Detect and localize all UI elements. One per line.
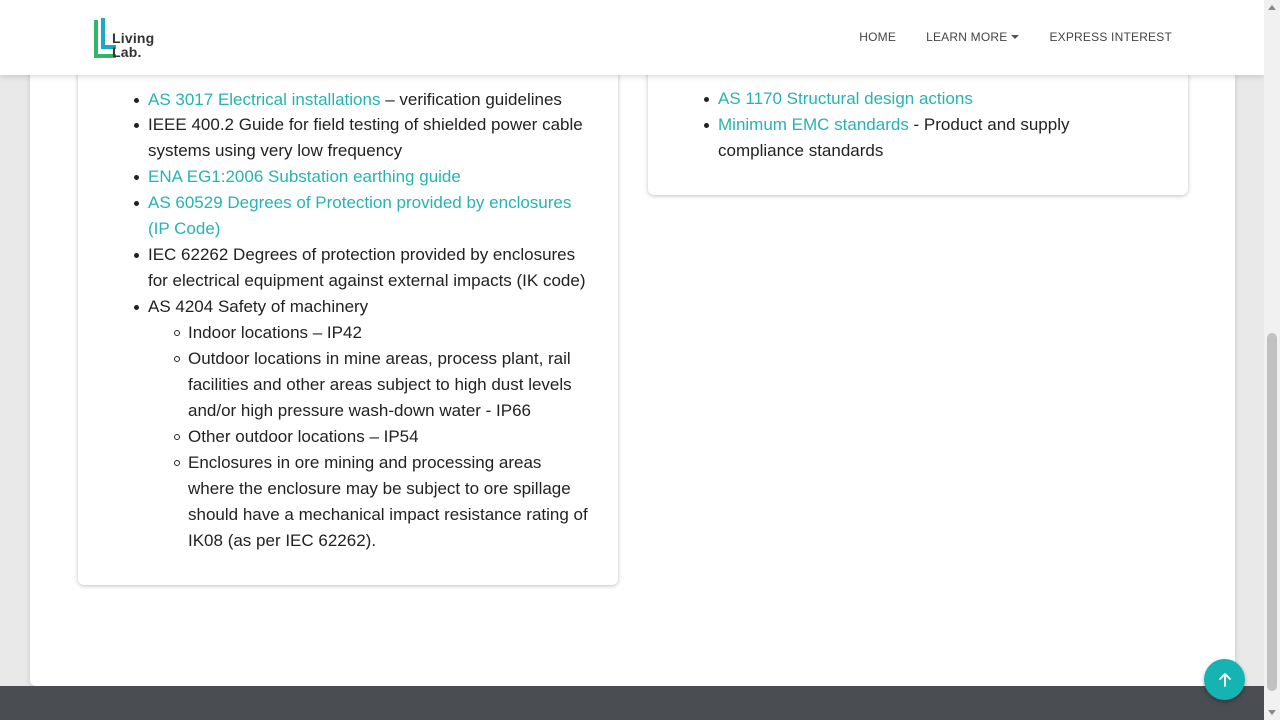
sub-list-item: Indoor locations – IP42 xyxy=(174,320,588,346)
list-item: ENA EG1:2006 Substation earthing guide xyxy=(134,164,588,190)
arrow-up-icon xyxy=(1218,672,1231,687)
nav-links: HOME LEARN MORE EXPRESS INTEREST xyxy=(859,30,1172,44)
standards-list-left: AS 3017 Electrical installations – verif… xyxy=(134,86,588,554)
living-lab-logo[interactable]: Living Lab. xyxy=(94,18,164,60)
as3017-link[interactable]: AS 3017 Electrical installations xyxy=(148,90,380,109)
page-scrollbar[interactable] xyxy=(1264,0,1280,720)
as60529-link[interactable]: AS 60529 Degrees of Protection provided … xyxy=(148,193,571,238)
as1170-link[interactable]: AS 1170 Structural design actions xyxy=(718,89,973,108)
list-item-text: IEEE 400.2 Guide for field testing of sh… xyxy=(148,115,583,160)
list-item-text: AS 4204 Safety of machinery xyxy=(148,297,369,316)
nav-learn-more-label: LEARN MORE xyxy=(926,30,1008,44)
scroll-up-icon[interactable] xyxy=(1268,5,1276,10)
list-item: Minimum EMC standards - Product and supp… xyxy=(704,112,1098,164)
nav-home-label: HOME xyxy=(859,30,897,44)
standards-card-right: AS 1170 Structural design actions Minimu… xyxy=(648,60,1188,195)
list-item: IEEE 400.2 Guide for field testing of sh… xyxy=(134,112,588,164)
footer-strip xyxy=(0,686,1264,720)
standards-card-left: AS 3017 Electrical installations – verif… xyxy=(78,60,618,585)
emc-standards-link[interactable]: Minimum EMC standards xyxy=(718,115,909,134)
list-item: AS 4204 Safety of machinery Indoor locat… xyxy=(134,294,588,554)
caret-down-icon xyxy=(1011,35,1020,39)
back-to-top-button[interactable] xyxy=(1204,659,1245,700)
logo-text-line1: Living xyxy=(112,30,155,46)
list-item: AS 60529 Degrees of Protection provided … xyxy=(134,190,588,242)
nav-learn-more[interactable]: LEARN MORE xyxy=(926,30,1020,44)
scroll-down-icon[interactable] xyxy=(1268,710,1276,715)
sub-list-item: Other outdoor locations – IP54 xyxy=(174,424,588,450)
list-item: IEC 62262 Degrees of protection provided… xyxy=(134,242,588,294)
as4204-sub-list: Indoor locations – IP42 Outdoor location… xyxy=(174,320,588,554)
nav-express-interest[interactable]: EXPRESS INTEREST xyxy=(1049,30,1172,44)
scrollbar-thumb[interactable] xyxy=(1267,333,1277,691)
list-item: AS 1170 Structural design actions xyxy=(704,86,1098,112)
nav-home[interactable]: HOME xyxy=(859,30,896,44)
standards-list-right: AS 1170 Structural design actions Minimu… xyxy=(704,86,1098,164)
list-item-text: IEC 62262 Degrees of protection provided… xyxy=(148,245,586,290)
navbar: Living Lab. HOME LEARN MORE EXPRESS INTE… xyxy=(0,0,1264,75)
list-item: AS 3017 Electrical installations – verif… xyxy=(134,87,588,113)
logo-text-line2: Lab. xyxy=(112,44,142,60)
ena-eg1-link[interactable]: ENA EG1:2006 Substation earthing guide xyxy=(148,167,461,186)
sub-list-item: Outdoor locations in mine areas, process… xyxy=(174,346,588,424)
sub-list-item: Enclosures in ore mining and processing … xyxy=(174,450,588,554)
logo-text: Living Lab. xyxy=(112,31,154,59)
nav-express-interest-label: EXPRESS INTEREST xyxy=(1049,30,1172,44)
list-item-text: – verification guidelines xyxy=(380,90,562,109)
